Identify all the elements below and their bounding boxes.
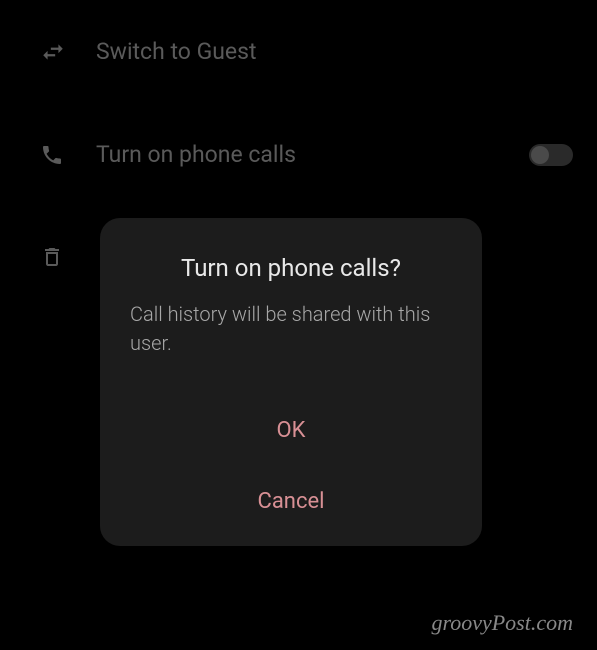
watermark-text: groovyPost.com — [431, 610, 573, 636]
switch-to-guest-item[interactable]: Switch to Guest — [0, 20, 597, 83]
dialog-actions: OK Cancel — [130, 408, 452, 524]
list-item-label: Turn on phone calls — [96, 141, 529, 168]
phone-calls-toggle[interactable] — [529, 144, 573, 166]
trash-icon — [40, 244, 96, 270]
phone-calls-item[interactable]: Turn on phone calls — [0, 123, 597, 186]
confirm-dialog: Turn on phone calls? Call history will b… — [100, 218, 482, 546]
dialog-title: Turn on phone calls? — [130, 254, 452, 282]
dialog-message: Call history will be shared with this us… — [130, 300, 452, 358]
ok-button[interactable]: OK — [257, 408, 326, 453]
toggle-thumb — [531, 146, 549, 164]
cancel-button[interactable]: Cancel — [238, 479, 345, 524]
list-item-label: Switch to Guest — [96, 38, 573, 65]
phone-icon — [40, 143, 96, 167]
swap-icon — [40, 39, 96, 65]
